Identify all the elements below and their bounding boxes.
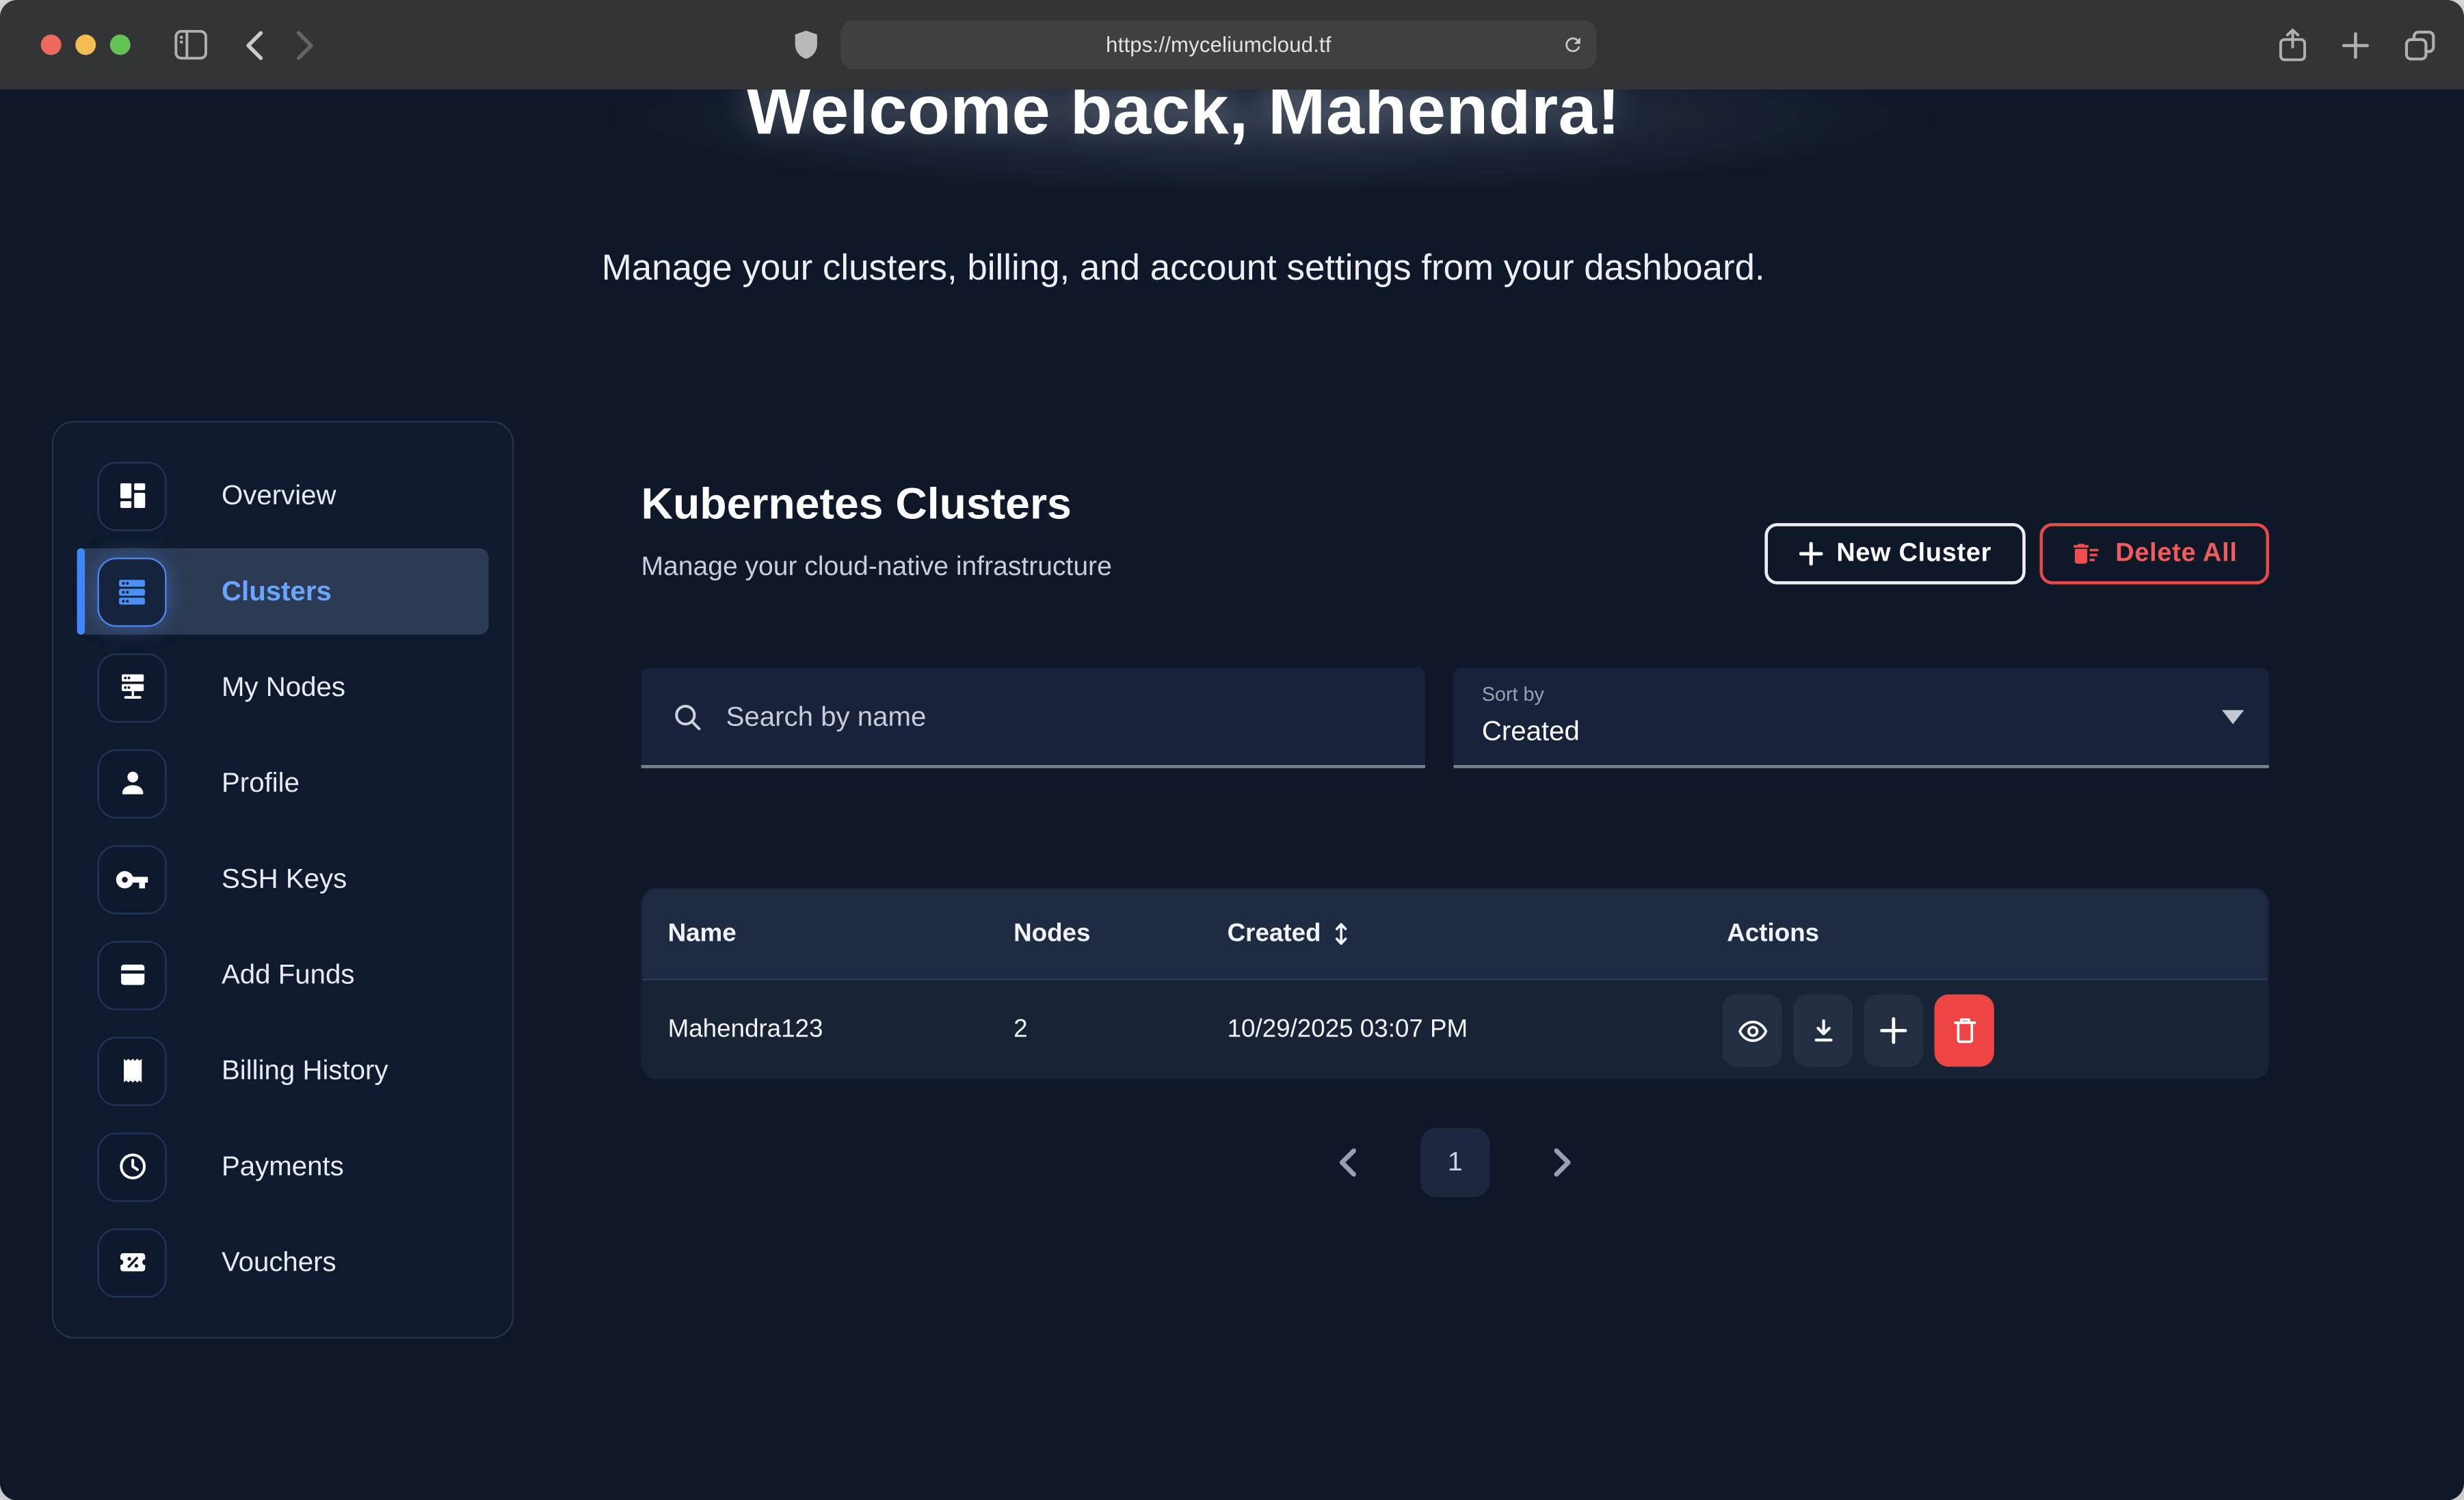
servers-icon [97, 557, 166, 626]
delete-cluster-button[interactable] [1935, 995, 1994, 1067]
sidebar-item-label: Add Funds [222, 959, 354, 991]
new-tab-icon[interactable] [2342, 31, 2370, 59]
cell-cluster-name: Mahendra123 [668, 980, 823, 1080]
delete-all-label: Delete All [2115, 539, 2237, 569]
voucher-icon [97, 1228, 166, 1297]
sidebar-item-payments[interactable]: Payments [77, 1123, 489, 1209]
back-button[interactable] [245, 29, 264, 61]
new-cluster-label: New Cluster [1836, 539, 1991, 569]
add-node-button[interactable] [1864, 995, 1923, 1067]
sidebar-item-label: Overview [222, 479, 336, 512]
sidebar-item-billing-history[interactable]: Billing History [77, 1028, 489, 1114]
table-header-row: Name Nodes Created Actions [643, 889, 2268, 979]
sidebar-item-label: Payments [222, 1150, 344, 1183]
address-bar[interactable]: https://myceliumcloud.tf [840, 21, 1596, 69]
toolbar-right-icons [2279, 28, 2436, 61]
key-icon [97, 844, 166, 913]
close-window-button[interactable] [41, 35, 62, 55]
eye-icon [1736, 1014, 1768, 1047]
sidebar-item-label: Clusters [222, 575, 332, 608]
column-header-nodes: Nodes [1014, 889, 1090, 979]
sidebar-item-label: SSH Keys [222, 862, 347, 895]
welcome-subtitle: Manage your clusters, billing, and accou… [0, 247, 2366, 289]
sidebar-item-add-funds[interactable]: Add Funds [77, 932, 489, 1018]
url-text[interactable]: https://myceliumcloud.tf [1106, 33, 1332, 56]
dashboard-icon [97, 461, 166, 530]
sidebar-item-clusters[interactable]: Clusters [77, 548, 489, 634]
cell-node-count: 2 [1014, 980, 1027, 1080]
search-field[interactable] [641, 668, 1426, 768]
page-number[interactable]: 1 [1420, 1128, 1489, 1197]
receipt-icon [97, 1036, 166, 1105]
minimize-window-button[interactable] [75, 35, 96, 55]
sort-label: Sort by [1482, 684, 2269, 706]
wallet-icon [97, 940, 166, 1009]
clock-icon [97, 1132, 166, 1201]
pagination: 1 [641, 1128, 2270, 1197]
sidebar-item-vouchers[interactable]: Vouchers [77, 1219, 489, 1305]
created-header-label: Created [1228, 920, 1321, 948]
trash-icon [1949, 1015, 1979, 1046]
new-cluster-button[interactable]: New Cluster [1764, 523, 2025, 585]
sidebar-item-label: Billing History [222, 1054, 388, 1087]
page-title: Kubernetes Clusters [641, 479, 2270, 530]
sort-updown-icon [1330, 921, 1351, 948]
delete-sweep-icon [2071, 539, 2102, 569]
sidebar-item-label: My Nodes [222, 671, 345, 704]
cell-created-date: 10/29/2025 03:07 PM [1228, 980, 1468, 1080]
sort-select[interactable]: Sort by Created [1453, 668, 2269, 768]
filter-row: Sort by Created [641, 668, 2270, 768]
user-icon [97, 749, 166, 818]
stage: https://myceliumcloud.tf [0, 0, 2464, 1500]
share-icon[interactable] [2279, 28, 2307, 61]
nodes-icon [97, 653, 166, 722]
sidebar-toggle-icon[interactable] [174, 30, 207, 60]
chevron-down-icon [2222, 710, 2244, 725]
search-input[interactable] [723, 698, 1320, 734]
clusters-main: Kubernetes Clusters Manage your cloud-na… [641, 479, 2270, 583]
download-icon [1808, 1016, 1838, 1046]
sidebar-item-ssh-keys[interactable]: SSH Keys [77, 835, 489, 922]
zoom-window-button[interactable] [110, 35, 131, 55]
tab-overview-icon[interactable] [2405, 29, 2436, 61]
privacy-shield-icon[interactable] [793, 30, 819, 60]
plus-icon [1879, 1017, 1907, 1045]
sidebar-item-profile[interactable]: Profile [77, 740, 489, 826]
plus-icon [1799, 542, 1822, 565]
browser-window: https://myceliumcloud.tf [0, 0, 2464, 1500]
chevron-right-icon [1552, 1147, 1573, 1178]
table-row: Mahendra123 2 10/29/2025 03:07 PM [643, 979, 2268, 1080]
clusters-table: Name Nodes Created Actions Mahendra123 2 [641, 887, 2270, 1079]
download-kubeconfig-button[interactable] [1793, 995, 1853, 1067]
next-page-button[interactable] [1552, 1147, 1573, 1178]
column-header-created[interactable]: Created [1228, 889, 1351, 979]
column-header-actions: Actions [1727, 889, 1819, 979]
view-cluster-button[interactable] [1722, 995, 1781, 1067]
traffic-lights [41, 35, 131, 55]
sidebar-item-overview[interactable]: Overview [77, 453, 489, 539]
active-indicator-bar [77, 548, 84, 634]
reload-icon[interactable] [1562, 33, 1584, 56]
browser-toolbar: https://myceliumcloud.tf [0, 0, 2464, 90]
search-icon [672, 701, 702, 732]
prev-page-button[interactable] [1337, 1147, 1357, 1178]
sidebar-nav: Overview [52, 421, 514, 1339]
column-header-name: Name [668, 889, 737, 979]
sort-value: Created [1482, 714, 2269, 747]
forward-button[interactable] [295, 29, 315, 61]
delete-all-button[interactable]: Delete All [2040, 523, 2269, 585]
dashboard-page: Welcome back, Mahendra! Manage your clus… [0, 90, 2464, 1500]
header-actions: New Cluster Delete All [1764, 523, 2269, 585]
sidebar-item-label: Vouchers [222, 1246, 336, 1278]
sidebar-item-my-nodes[interactable]: My Nodes [77, 644, 489, 730]
chevron-left-icon [1337, 1147, 1357, 1178]
sidebar-item-label: Profile [222, 766, 300, 799]
row-actions [1722, 995, 1994, 1067]
